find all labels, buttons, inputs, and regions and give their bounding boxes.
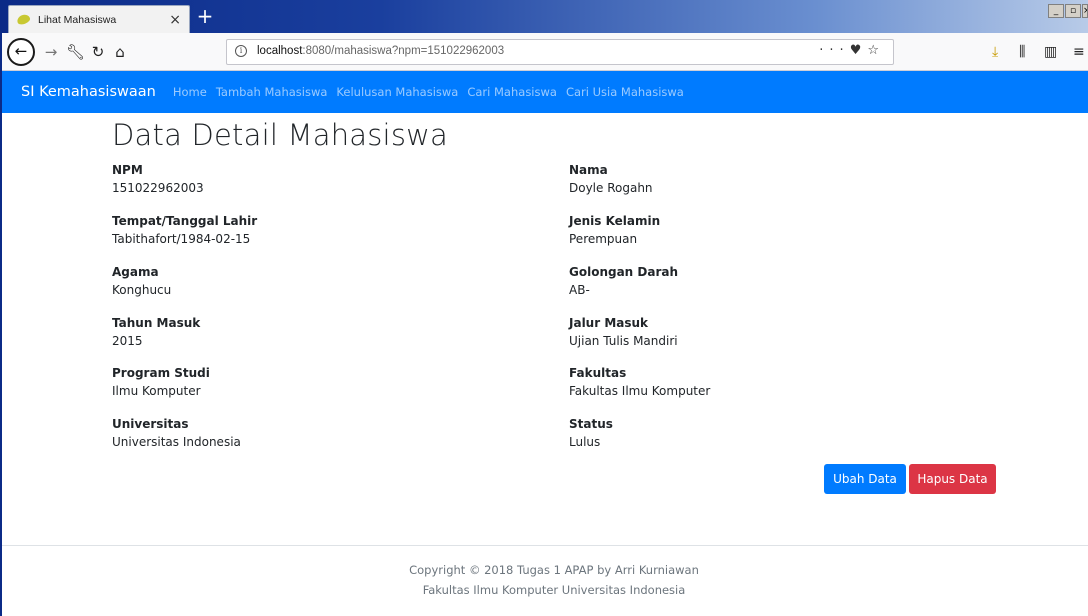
field-value: 151022962003 [112,181,204,195]
field-universitas: Universitas Universitas Indonesia [112,416,532,451]
tab-close-icon[interactable]: × [169,13,181,27]
wrench-icon[interactable]: 🔧︎ [66,41,85,63]
field-value: AB- [569,283,590,297]
field-label: Nama [569,163,608,177]
url-text[interactable]: localhost:8080/mahasiswa?npm=15102296200… [257,45,504,57]
field-tempat-tanggal-lahir: Tempat/Tanggal Lahir Tabithafort/1984-02… [112,213,532,248]
field-value: Universitas Indonesia [112,435,241,449]
browser-toolbar: ← → 🔧︎ ↻ ⌂ i localhost:8080/mahasiswa?np… [0,33,1088,71]
field-label: Agama [112,265,159,279]
field-value: Ujian Tulis Mandiri [569,334,678,348]
footer-copyright: Copyright © 2018 Tugas 1 APAP by Arri Ku… [409,563,699,577]
field-jalur-masuk: Jalur Masuk Ujian Tulis Mandiri [569,315,989,350]
field-label: Jalur Masuk [569,316,649,330]
app-navbar: SI Kemahasiswaan Home Tambah Mahasiswa K… [0,71,1088,113]
nav-cari-usia-mahasiswa[interactable]: Cari Usia Mahasiswa [566,85,684,99]
sidebar-icon[interactable]: ▥ [1044,42,1057,62]
window-controls: _ ▫ × [1047,4,1088,18]
field-value: Doyle Rogahn [569,181,653,195]
download-icon[interactable]: ⤓ [992,42,998,62]
field-fakultas: Fakultas Fakultas Ilmu Komputer [569,365,989,400]
window-frame-left [0,0,2,616]
field-jenis-kelamin: Jenis Kelamin Perempuan [569,213,989,248]
footer-institution: Fakultas Ilmu Komputer Universitas Indon… [422,583,686,597]
nav-home[interactable]: Home [173,85,207,99]
browser-tab[interactable]: Lihat Mahasiswa × [8,5,190,33]
navbar-brand[interactable]: SI Kemahasiswaan [21,84,156,100]
field-nama: Nama Doyle Rogahn [569,162,989,197]
footer-divider [0,545,1088,546]
pocket-icon[interactable]: ♥︎ [850,43,868,58]
field-golongan-darah: Golongan Darah AB- [569,264,989,299]
field-value: 2015 [112,334,143,348]
reload-icon[interactable]: ↻ [89,41,107,63]
url-bar[interactable]: i localhost:8080/mahasiswa?npm=151022962… [226,39,894,65]
field-npm: NPM 151022962003 [112,162,532,197]
field-value: Perempuan [569,232,638,246]
browser-tab-bar: Lihat Mahasiswa × + _ ▫ × [0,0,1088,33]
field-label: Jenis Kelamin [569,214,661,228]
page-title: Data Detail Mahasiswa [112,118,449,152]
field-status: Status Lulus [569,416,989,451]
minimize-icon[interactable]: _ [1048,4,1064,18]
field-program-studi: Program Studi Ilmu Komputer [112,365,532,400]
nav-kelulusan-mahasiswa[interactable]: Kelulusan Mahasiswa [336,85,458,99]
back-icon[interactable]: ← [7,38,35,66]
forward-icon[interactable]: → [42,41,60,63]
restore-icon[interactable]: ▫ [1065,4,1081,18]
nav-cari-mahasiswa[interactable]: Cari Mahasiswa [467,85,557,99]
page-actions-icon[interactable]: ··· [819,43,849,58]
field-label: Status [569,417,613,431]
field-value: Tabithafort/1984-02-15 [112,232,251,246]
leaf-favicon-icon [15,13,32,26]
tab-title: Lihat Mahasiswa [38,13,117,26]
field-label: Golongan Darah [569,265,679,279]
field-label: Universitas [112,417,189,431]
home-icon[interactable]: ⌂ [111,41,129,63]
field-tahun-masuk: Tahun Masuk 2015 [112,315,532,350]
info-icon[interactable]: i [235,45,247,57]
field-label: NPM [112,163,143,177]
field-label: Tahun Masuk [112,316,201,330]
field-value: Lulus [569,435,601,449]
menu-icon[interactable]: ≡ [1073,42,1085,62]
field-label: Program Studi [112,366,210,380]
library-icon[interactable]: ⫼ [1019,42,1025,62]
field-value: Ilmu Komputer [112,384,201,398]
bookmark-star-icon[interactable]: ☆ [867,43,885,58]
field-agama: Agama Konghucu [112,264,532,299]
close-window-icon[interactable]: × [1082,4,1088,18]
field-label: Fakultas [569,366,627,380]
nav-tambah-mahasiswa[interactable]: Tambah Mahasiswa [216,85,328,99]
field-value: Fakultas Ilmu Komputer [569,384,711,398]
url-actions: ···♥︎☆ [819,43,885,58]
field-label: Tempat/Tanggal Lahir [112,214,258,228]
hapus-data-button[interactable]: Hapus Data [909,464,996,494]
ubah-data-button[interactable]: Ubah Data [824,464,906,494]
new-tab-button[interactable]: + [194,6,216,28]
field-value: Konghucu [112,283,172,297]
